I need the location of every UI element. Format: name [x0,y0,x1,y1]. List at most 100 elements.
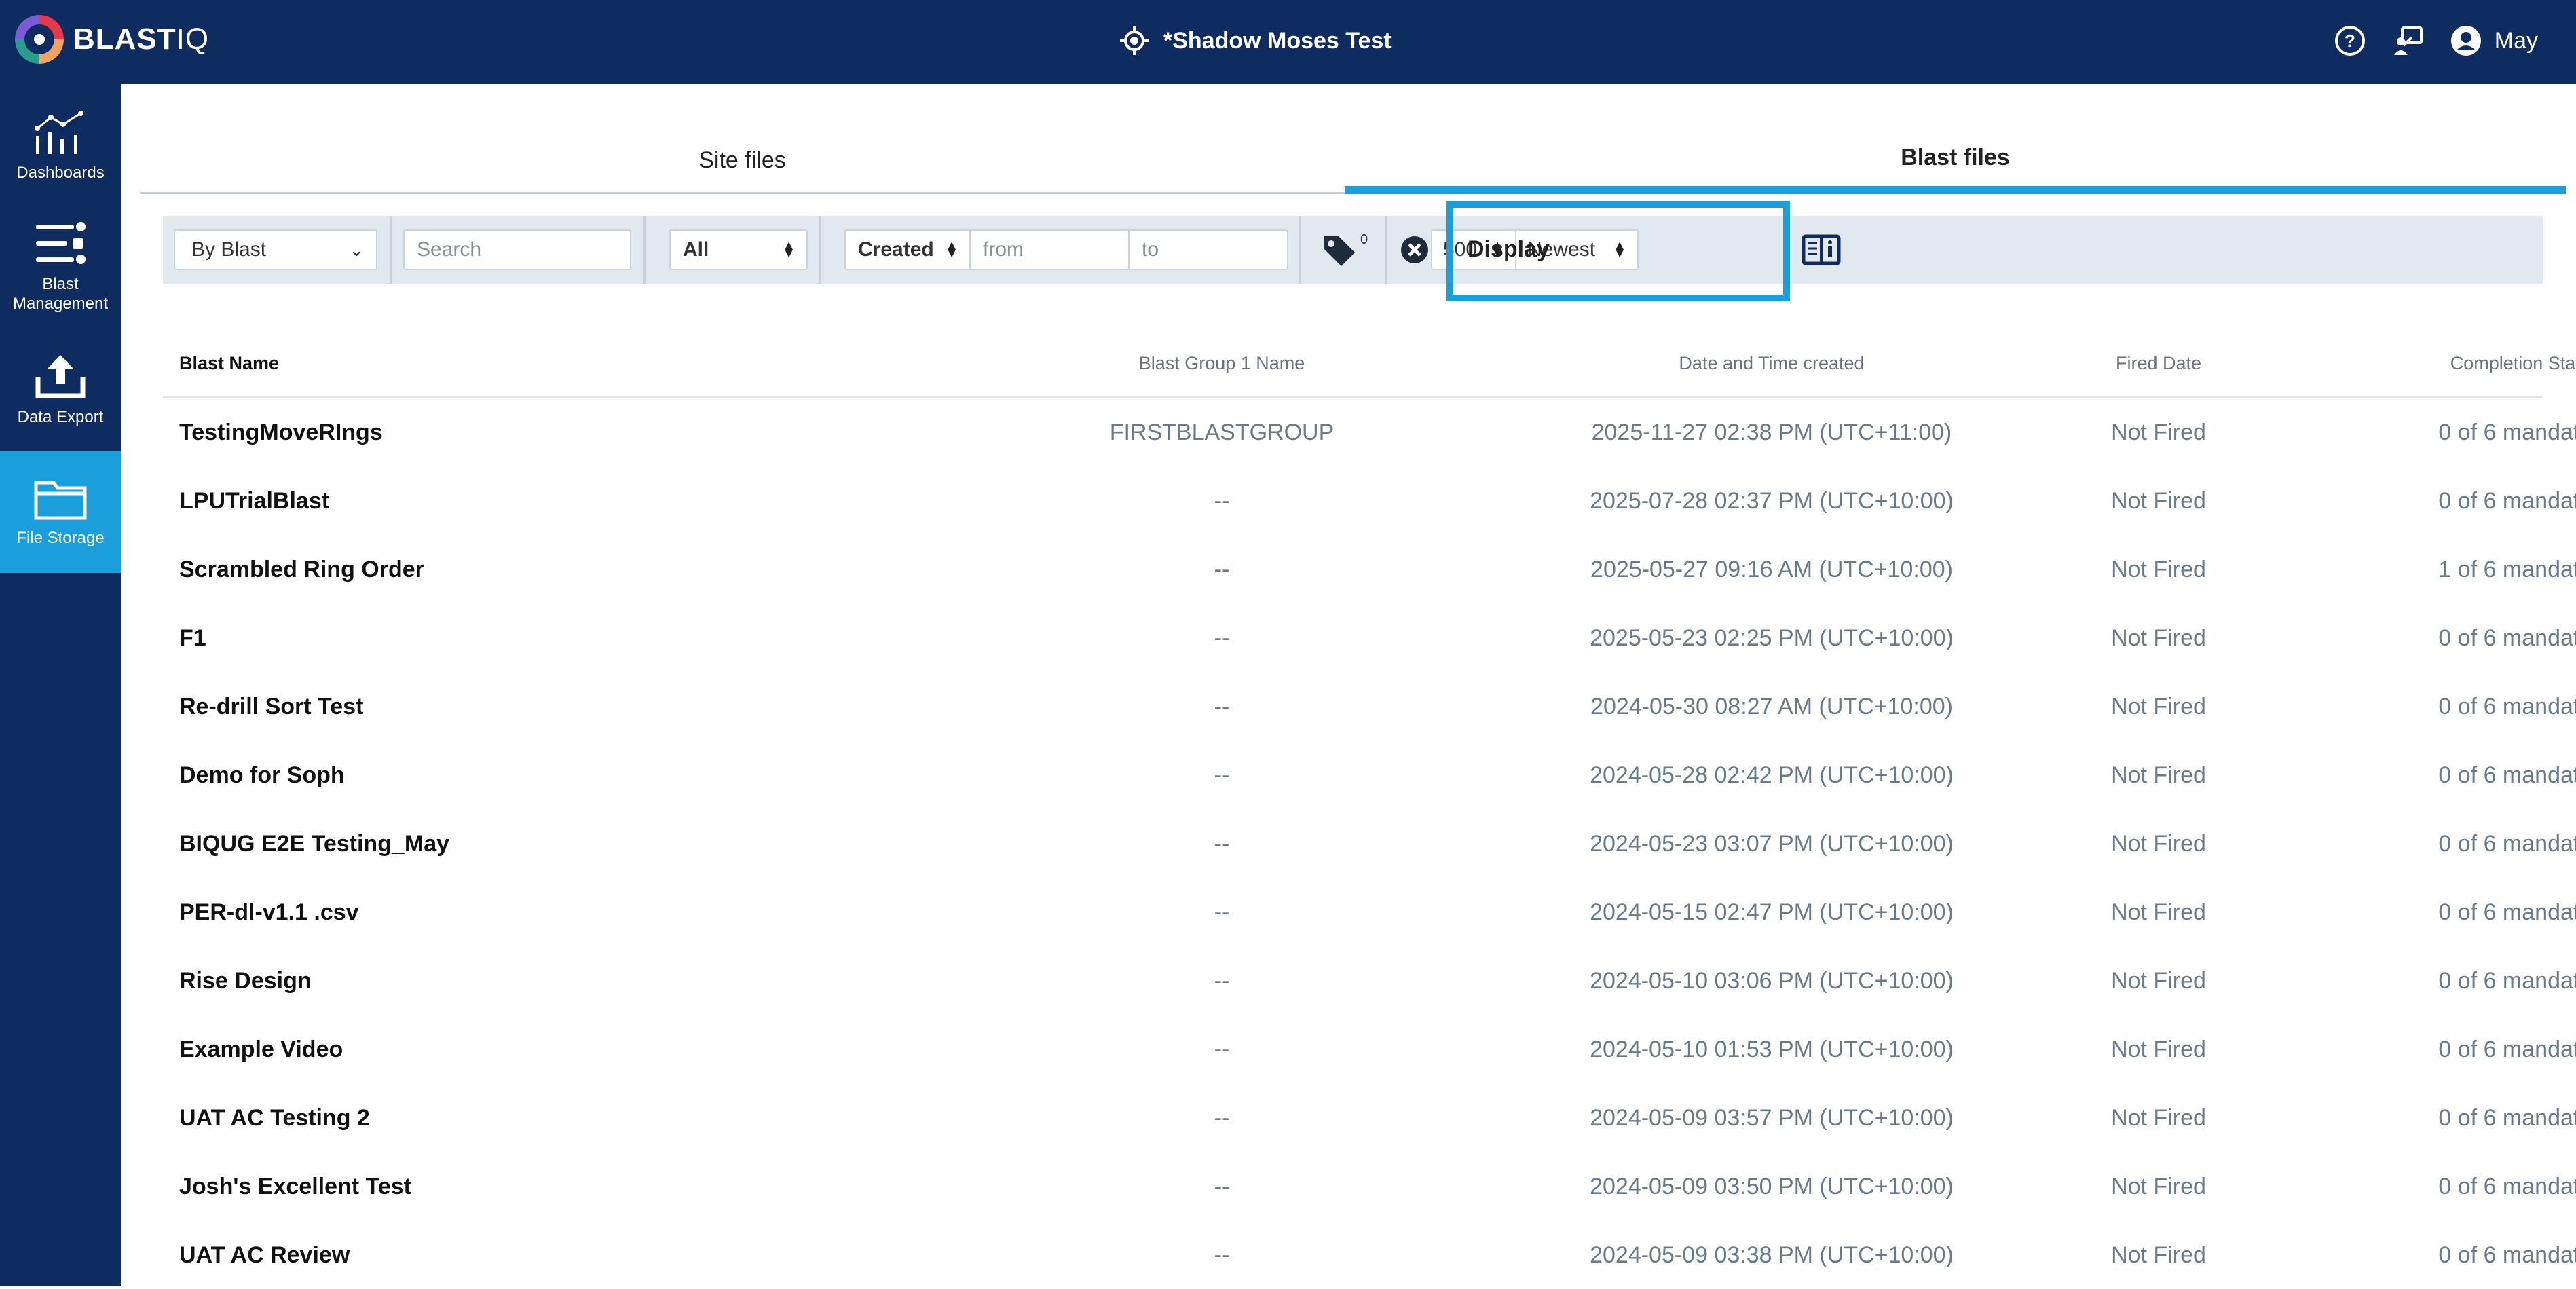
table-row[interactable]: Re-drill Sort Test -- 2024-05-30 08:27 AM … [163,672,2576,741]
date-to-input[interactable]: to [1128,229,1288,270]
table-row[interactable]: UAT AC Review -- 2024-05-09 03:38 PM (UTC+… [163,1220,2576,1289]
column-info-button[interactable] [1802,232,1841,267]
table-row[interactable]: Josh's Excellent Test -- 2024-05-09 03:50 … [163,1152,2576,1220]
location-target-icon [1120,26,1149,55]
date-from-input[interactable]: from [969,229,1130,270]
status-value: All [683,238,709,261]
blast-name-cell[interactable]: Re-drill Sort Test [179,694,363,720]
group-by-select[interactable]: By Blast ⌄ [174,229,377,270]
header-blast-group[interactable]: Blast Group 1 Name [1059,353,1385,374]
blast-group-cell: -- [1214,1105,1230,1131]
blast-name-cell[interactable]: Demo for Soph [179,762,345,789]
status-select[interactable]: All ▲ ▼ [669,229,808,270]
table-row[interactable]: Demo for Soph -- 2024-05-28 02:42 PM (UTC+… [163,741,2576,809]
tab-blast-files[interactable]: Blast files [1345,129,2566,194]
clear-filters-button[interactable] [1400,235,1430,265]
blast-name-cell[interactable]: Rise Design [179,968,312,994]
nav-data-export[interactable]: Data Export [0,329,121,451]
fired-date-cell: Not Fired [2111,899,2206,925]
site-selector[interactable]: *Shadow Moses Test [1120,20,1392,61]
blast-files-table: Blast Name Blast Group 1 Name Date and T… [163,333,2576,1289]
blast-name-cell[interactable]: TestingMoveRIngs [179,419,383,446]
divider [1385,216,1387,284]
nav-file-storage[interactable]: File Storage [0,451,121,573]
blast-name-cell[interactable]: Scrambled Ring Order [179,557,424,583]
blast-name-cell[interactable]: Example Video [179,1036,343,1063]
dashboard-chart-icon [35,110,83,154]
date-field-select[interactable]: Created ▲ ▼ [844,229,971,270]
table-row[interactable]: TestingMoveRIngs FIRSTBLASTGROUP 2025-11-2… [163,398,2576,466]
group-by-value: By Blast [191,238,267,261]
header-completion-status[interactable]: Completion Status [2281,353,2576,374]
file-tabs: Site files Blast files [140,129,2566,194]
divider [390,216,392,284]
blast-group-cell: -- [1214,831,1230,857]
table-row[interactable]: F1 -- 2025-05-23 02:25 PM (UTC+10:00) Not F… [163,603,2576,672]
close-circle-icon [1401,236,1428,263]
date-to-placeholder: to [1142,238,1159,261]
fired-date-cell: Not Fired [2111,488,2206,514]
table-row[interactable]: UAT AC Testing 2 -- 2024-05-09 03:57 PM (U… [163,1083,2576,1152]
book-info-icon [1802,234,1841,265]
completion-status-cell: 0 of 6 mandatory [2438,1105,2576,1131]
table-row[interactable]: Scrambled Ring Order -- 2025-05-27 09:16 A… [163,535,2576,603]
blast-group-cell: -- [1214,557,1230,582]
tag-count: 0 [1360,232,1368,247]
blast-group-cell: -- [1214,762,1230,788]
user-name: May [2494,27,2538,54]
table-row[interactable]: Example Video -- 2024-05-10 01:53 PM (UTC+… [163,1015,2576,1083]
divider [819,216,821,284]
tag-filter-button[interactable]: 0 [1321,232,1375,267]
blast-name-cell[interactable]: UAT AC Testing 2 [179,1105,370,1132]
folder-icon [34,481,87,520]
presentation-icon[interactable] [2391,24,2425,58]
nav-label: File Storage [16,528,105,547]
fired-date-cell: Not Fired [2111,762,2206,788]
fired-date-cell: Not Fired [2111,419,2206,445]
table-body: TestingMoveRIngs FIRSTBLASTGROUP 2025-11-2… [163,398,2576,1289]
nav-dashboards[interactable]: Dashboards [0,84,121,206]
date-from-placeholder: from [983,238,1024,261]
blast-name-cell[interactable]: PER-dl-v1.1 .csv [179,899,359,926]
upload-icon [35,354,86,398]
tab-site-files[interactable]: Site files [140,129,1345,194]
blast-name-cell[interactable]: UAT AC Review [179,1242,350,1269]
completion-status-cell: 0 of 6 mandatory [2438,1036,2576,1062]
divider [1299,216,1301,284]
blastiq-logo[interactable]: BLASTIQ [15,12,209,67]
blast-name-cell[interactable]: Josh's Excellent Test [179,1174,411,1200]
nav-blast-management[interactable]: Blast Management [0,206,121,329]
blast-group-cell: -- [1214,694,1230,720]
logo-ring-icon [15,15,64,64]
fired-date-cell: Not Fired [2111,1174,2206,1199]
logo-suffix-text: IQ [176,22,210,56]
help-icon[interactable]: ? [2333,24,2367,58]
nav-label: Data Export [17,407,104,426]
blast-name-cell[interactable]: F1 [179,625,206,652]
filter-bar: By Blast ⌄ Search All ▲ ▼ Created ▲ ▼ from… [163,216,2543,284]
completion-status-cell: 0 of 6 mandatory [2438,1242,2576,1268]
user-menu[interactable]: May [2450,24,2538,57]
user-avatar-icon [2450,26,2481,56]
display-label: Display [1468,236,1550,262]
fired-date-cell: Not Fired [2111,694,2206,720]
blast-name-cell[interactable]: BIQUG E2E Testing_May [179,831,449,857]
blast-name-cell[interactable]: LPUTrialBlast [179,488,329,515]
chevron-down-icon: ⌄ [349,239,364,260]
table-row[interactable]: Rise Design -- 2024-05-10 03:06 PM (UTC+10… [163,946,2576,1015]
search-input[interactable]: Search [403,229,631,270]
fired-date-cell: Not Fired [2111,1036,2206,1062]
top-bar: BLASTIQ *Shadow Moses Test ? May [0,0,2576,84]
blast-group-cell: -- [1214,1242,1230,1268]
table-row[interactable]: BIQUG E2E Testing_May -- 2024-05-23 03:07 … [163,809,2576,878]
header-blast-name[interactable]: Blast Name [179,353,279,374]
blast-group-cell: -- [1214,1174,1230,1199]
blast-group-cell: FIRSTBLASTGROUP [1109,419,1334,445]
fired-date-cell: Not Fired [2111,625,2206,651]
fired-date-cell: Not Fired [2111,557,2206,582]
table-row[interactable]: LPUTrialBlast -- 2025-07-28 02:37 PM (UTC+… [163,466,2576,535]
table-row[interactable]: PER-dl-v1.1 .csv -- 2024-05-15 02:47 PM (U… [163,878,2576,946]
header-fired-date[interactable]: Fired Date [2009,353,2308,374]
sort-arrows-icon: ▲ ▼ [782,238,796,261]
divider [643,216,646,284]
